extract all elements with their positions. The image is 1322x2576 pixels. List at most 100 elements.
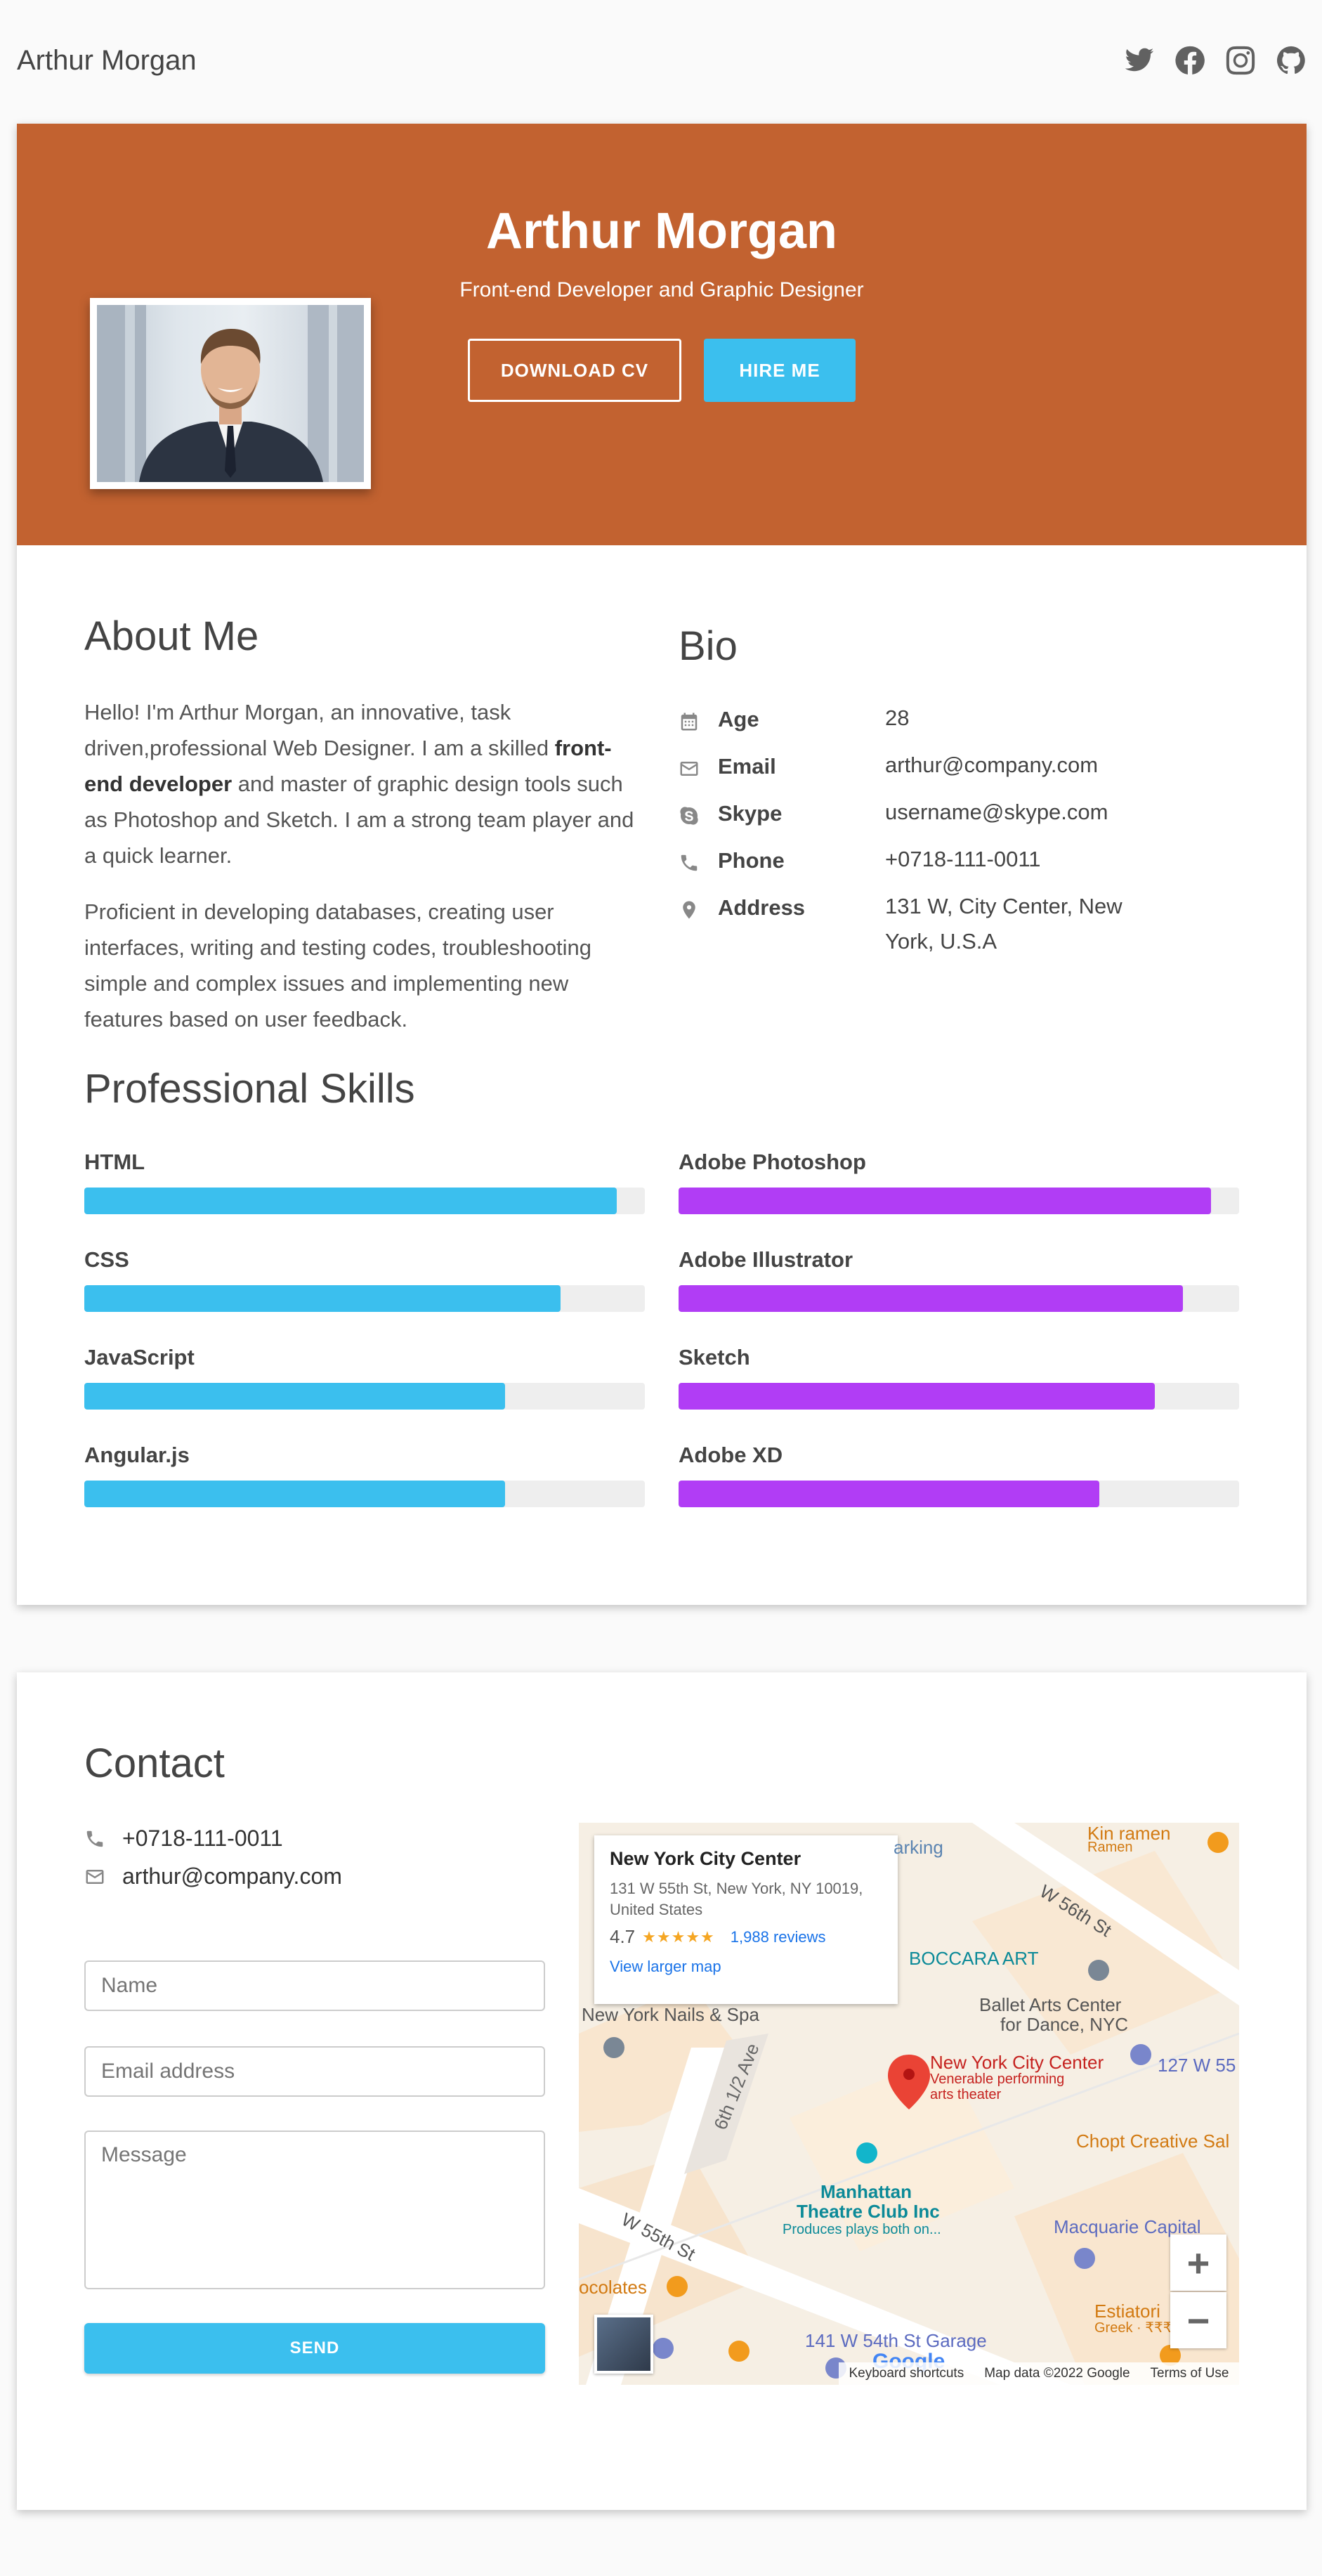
map-reviews-link[interactable]: 1,988 reviews bbox=[731, 1928, 826, 1946]
map-label: Ramen bbox=[1087, 1840, 1133, 1855]
skype-icon bbox=[679, 805, 700, 826]
map-label: Ballet Arts Center bbox=[979, 1994, 1122, 2015]
phone-icon bbox=[84, 1828, 105, 1849]
skill-adobe-xd: Adobe XD bbox=[679, 1443, 1239, 1527]
map-rating-value: 4.7 bbox=[610, 1926, 636, 1947]
keyboard-shortcuts-link[interactable]: Keyboard shortcuts bbox=[849, 2366, 964, 2381]
social-links bbox=[1124, 45, 1307, 76]
phone-icon bbox=[679, 852, 700, 873]
skill-bar bbox=[679, 1481, 1239, 1507]
skill-name: JavaScript bbox=[84, 1345, 195, 1370]
email-input[interactable] bbox=[84, 2046, 545, 2097]
facebook-icon[interactable] bbox=[1174, 45, 1205, 76]
map-footer: Keyboard shortcuts Map data ©2022 Google… bbox=[839, 2362, 1239, 2385]
envelope-icon bbox=[679, 758, 700, 779]
skill-name: Adobe Illustrator bbox=[679, 1247, 853, 1272]
map-marker-icon bbox=[679, 899, 700, 921]
skill-name: CSS bbox=[84, 1247, 129, 1272]
brand-name[interactable]: Arthur Morgan bbox=[17, 45, 197, 77]
map-label: BOCCARA ART bbox=[909, 1948, 1039, 1969]
bio-label: Skype bbox=[718, 801, 783, 826]
bio-label: Age bbox=[718, 707, 759, 731]
skill-name: Angular.js bbox=[84, 1443, 190, 1467]
github-icon[interactable] bbox=[1276, 45, 1307, 76]
instagram-icon[interactable] bbox=[1225, 45, 1256, 76]
profile-card: Arthur Morgan Front-end Developer and Gr… bbox=[17, 124, 1307, 1605]
skill-bar-fill bbox=[679, 1188, 1212, 1214]
twitter-icon[interactable] bbox=[1124, 45, 1155, 76]
skill-bar bbox=[679, 1383, 1239, 1410]
name-input[interactable] bbox=[84, 1960, 545, 2011]
skill-bar-fill bbox=[84, 1188, 617, 1214]
skill-name: Sketch bbox=[679, 1345, 750, 1370]
about-heading: About Me bbox=[84, 613, 259, 659]
contact-heading: Contact bbox=[84, 1741, 225, 1786]
skill-bar-fill bbox=[84, 1481, 505, 1507]
skill-bar bbox=[679, 1285, 1239, 1312]
calendar-icon bbox=[679, 711, 700, 732]
map-label: Greek · ₹₹₹ bbox=[1094, 2320, 1172, 2336]
skill-bar bbox=[84, 1383, 645, 1410]
skill-adobe-illustrator: Adobe Illustrator bbox=[679, 1247, 1239, 1332]
about-paragraph-2: Proficient in developing databases, crea… bbox=[84, 899, 592, 1032]
send-button[interactable]: SEND bbox=[84, 2323, 545, 2374]
bio-row-age: Age 28 bbox=[679, 705, 1241, 749]
download-cv-button[interactable]: DOWNLOAD CV bbox=[468, 339, 681, 402]
bio-value: +0718-111-0011 bbox=[885, 847, 1041, 871]
skill-javascript: JavaScript bbox=[84, 1345, 645, 1429]
hero-subtitle: Front-end Developer and Graphic Designer bbox=[459, 278, 864, 301]
bio-label: Phone bbox=[718, 848, 785, 873]
star-icons: ★★★★★ bbox=[642, 1927, 715, 1946]
contact-email-text[interactable]: arthur@company.com bbox=[122, 1863, 342, 1889]
skill-bar-fill bbox=[84, 1383, 505, 1410]
map-info-card: New York City Center 131 W 55th St, New … bbox=[594, 1835, 898, 2004]
zoom-out-button[interactable]: − bbox=[1170, 2292, 1226, 2348]
skill-html: HTML bbox=[84, 1150, 645, 1234]
message-textarea[interactable] bbox=[84, 2131, 545, 2289]
map-place-title: New York City Center bbox=[610, 1848, 801, 1869]
skill-name: Adobe XD bbox=[679, 1443, 783, 1467]
hero-name: Arthur Morgan bbox=[486, 203, 837, 259]
bio-row-email: Email arthur@company.com bbox=[679, 753, 1241, 796]
bio-value: arthur@company.com bbox=[885, 753, 1099, 777]
bio-value: 28 bbox=[885, 705, 910, 730]
map-place-address: 131 W 55th St, New York, NY 10019, Unite… bbox=[610, 1880, 863, 1918]
map-label: ocolates bbox=[579, 2277, 647, 2298]
skill-bar bbox=[679, 1188, 1239, 1214]
terms-of-use-link[interactable]: Terms of Use bbox=[1151, 2366, 1229, 2381]
map-label: 141 W 54th St Garage bbox=[805, 2330, 987, 2351]
skill-css: CSS bbox=[84, 1247, 645, 1332]
bio-label: Address bbox=[718, 895, 806, 920]
map-data-attribution: Map data ©2022 Google bbox=[984, 2366, 1130, 2381]
street-view-thumbnail[interactable] bbox=[594, 2315, 653, 2374]
skill-bar-fill bbox=[84, 1285, 561, 1312]
map-label: arking bbox=[894, 1837, 943, 1858]
map-label: for Dance, NYC bbox=[1000, 2014, 1129, 2035]
top-bar: Arthur Morgan bbox=[0, 0, 1322, 124]
map-label: Theatre Club Inc bbox=[797, 2201, 940, 2222]
map-label: Chopt Creative Sal bbox=[1076, 2131, 1230, 2152]
skills-heading: Professional Skills bbox=[84, 1066, 415, 1112]
map-label: Produces plays both on... bbox=[783, 2222, 941, 2237]
about-paragraph-1: Hello! I'm Arthur Morgan, an innovative,… bbox=[84, 700, 634, 868]
skill-bar bbox=[84, 1481, 645, 1507]
zoom-in-button[interactable]: + bbox=[1170, 2235, 1226, 2291]
skill-adobe-photoshop: Adobe Photoshop bbox=[679, 1150, 1239, 1234]
profile-photo bbox=[90, 298, 371, 489]
map-rating: 4.7 ★★★★★ 1,988 reviews bbox=[610, 1926, 882, 1948]
view-larger-map-link[interactable]: View larger map bbox=[610, 1958, 882, 1976]
skill-bar-fill bbox=[679, 1481, 1099, 1507]
skill-sketch: Sketch bbox=[679, 1345, 1239, 1429]
map-label: New York City Center bbox=[930, 2052, 1104, 2073]
skill-bar bbox=[84, 1188, 645, 1214]
contact-phone-text[interactable]: +0718-111-0011 bbox=[122, 1826, 283, 1852]
skill-bar-fill bbox=[679, 1383, 1156, 1410]
bio-row-phone: Phone +0718-111-0011 bbox=[679, 847, 1241, 890]
skill-angularjs: Angular.js bbox=[84, 1443, 645, 1527]
google-map[interactable]: New York City Center 131 W 55th St, New … bbox=[579, 1823, 1239, 2385]
bio-label: Email bbox=[718, 754, 776, 779]
map-label: New York Nails & Spa bbox=[582, 2004, 759, 2025]
hire-me-button[interactable]: HIRE ME bbox=[704, 339, 856, 402]
map-label: Manhattan bbox=[820, 2181, 912, 2202]
hero-banner: Arthur Morgan Front-end Developer and Gr… bbox=[17, 124, 1307, 545]
